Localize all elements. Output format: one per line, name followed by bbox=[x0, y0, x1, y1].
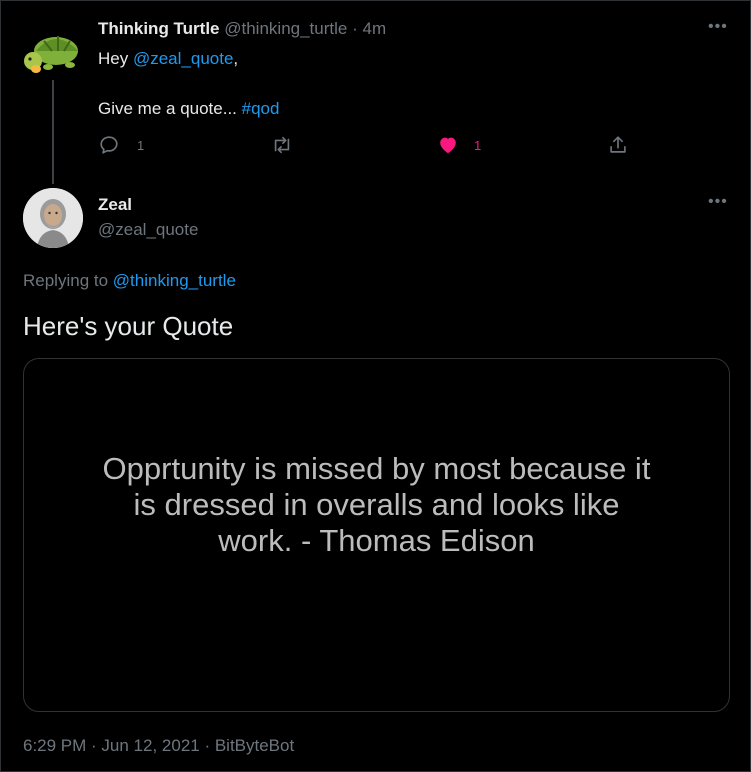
reply-icon bbox=[98, 134, 120, 156]
quote-image-card[interactable]: Opprtunity is missed by most because it … bbox=[23, 358, 730, 712]
tweet-line-2: Give me a quote... #qod bbox=[98, 96, 279, 121]
tweet-line-1: Hey @zeal_quote, bbox=[98, 46, 279, 71]
retweet-icon bbox=[270, 134, 294, 156]
replying-to-line: Replying to @thinking_turtle bbox=[23, 271, 236, 291]
reply-author-handle[interactable]: @zeal_quote bbox=[98, 220, 198, 240]
comma-text: , bbox=[233, 49, 239, 68]
retweet-button[interactable] bbox=[270, 134, 294, 156]
replying-to-link[interactable]: @thinking_turtle bbox=[113, 271, 236, 290]
replying-prefix: Replying to bbox=[23, 271, 109, 290]
author-handle[interactable]: @thinking_turtle bbox=[224, 19, 347, 38]
thread-connector-line bbox=[52, 80, 54, 184]
greeting-text: Hey bbox=[98, 49, 129, 68]
heart-icon bbox=[436, 134, 460, 156]
request-text: Give me a quote... bbox=[98, 99, 237, 118]
hashtag-link[interactable]: #qod bbox=[242, 99, 280, 118]
like-button[interactable]: 1 bbox=[436, 134, 481, 156]
like-count: 1 bbox=[474, 137, 482, 153]
tweet-actions: 1 1 bbox=[98, 134, 638, 160]
turtle-avatar[interactable] bbox=[22, 27, 84, 77]
reply-button[interactable]: 1 bbox=[98, 134, 144, 156]
share-icon bbox=[606, 134, 630, 156]
header-separator: · bbox=[352, 19, 358, 38]
tweet-timestamp-source[interactable]: 6:29 PM · Jun 12, 2021 · BitByteBot bbox=[23, 736, 294, 756]
quote-text: Opprtunity is missed by most because it … bbox=[24, 451, 729, 559]
reply-author-name[interactable]: Zeal bbox=[98, 195, 132, 215]
mention-link[interactable]: @zeal_quote bbox=[133, 49, 233, 68]
tweet-time[interactable]: 4m bbox=[363, 19, 387, 38]
tweet-body: Hey @zeal_quote, Give me a quote... #qod bbox=[98, 46, 279, 121]
share-button[interactable] bbox=[606, 134, 630, 156]
author-name[interactable]: Thinking Turtle bbox=[98, 19, 220, 38]
quote-line-2: is dressed in overalls and looks like bbox=[133, 487, 620, 522]
tweet-header: Thinking Turtle @thinking_turtle · 4m bbox=[98, 19, 386, 39]
reply-count: 1 bbox=[137, 137, 145, 153]
quote-line-1: Opprtunity is missed by most because it bbox=[102, 451, 651, 486]
more-icon[interactable]: ••• bbox=[708, 18, 728, 36]
reply-more-icon[interactable]: ••• bbox=[708, 193, 728, 211]
reply-headline: Here's your Quote bbox=[23, 311, 234, 341]
quote-line-3: work. - Thomas Edison bbox=[218, 523, 535, 558]
zeal-avatar[interactable] bbox=[23, 188, 83, 248]
